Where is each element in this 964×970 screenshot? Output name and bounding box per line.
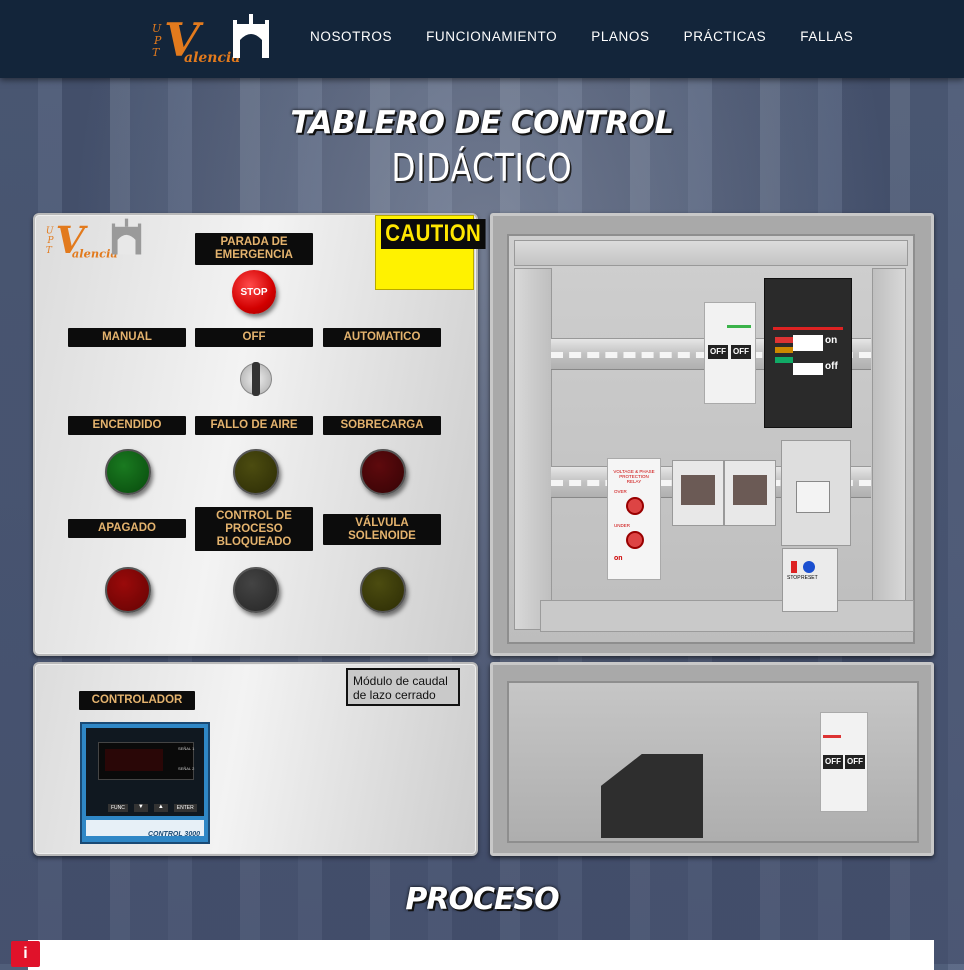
breaker-2p-bottom[interactable]: OFF OFF — [820, 712, 868, 812]
nav-nosotros[interactable]: NOSOTROS — [310, 29, 392, 44]
nav-fallas[interactable]: FALLAS — [800, 29, 853, 44]
page-subtitle: DIDÁCTICO — [391, 146, 573, 190]
nav-menu: NOSOTROS FUNCIONAMIENTO PLANOS PRÁCTICAS… — [310, 29, 887, 44]
label-sobrecarga: SOBRECARGA — [323, 416, 441, 435]
label-manual: MANUAL — [68, 328, 186, 347]
lamp-control-proceso-bloqueado — [233, 567, 279, 613]
label-fallo-de-aire: FALLO DE AIRE — [195, 416, 313, 435]
caution-sign: CAUTION — [375, 215, 486, 290]
emergency-stop-button[interactable]: STOP — [232, 270, 276, 314]
controller-keys: FUNC ▼ ▲ ENTER — [108, 804, 197, 812]
nav-practicas[interactable]: PRÁCTICAS — [684, 29, 767, 44]
nav-planos[interactable]: PLANOS — [591, 29, 649, 44]
panel-logo: U P T V alencia — [46, 218, 142, 261]
caution-text: CAUTION — [381, 219, 486, 249]
process-controller[interactable]: SEÑAL 1 SEÑAL 2 FUNC ▼ ▲ ENTER CONTROL 3… — [80, 722, 210, 844]
contactor-main[interactable] — [781, 440, 851, 546]
lamp-fallo-de-aire — [233, 449, 279, 495]
controller-label: CONTROLADOR — [79, 691, 195, 710]
top-navbar: U P T V alencia NOSOTROS FUNCIONAMIENTO … — [0, 0, 964, 78]
svg-text:P: P — [46, 236, 54, 246]
nav-funcionamiento[interactable]: FUNCIONAMIENTO — [426, 29, 557, 44]
info-icon[interactable]: i — [11, 941, 40, 967]
svg-text:alencia: alencia — [184, 50, 240, 66]
mode-selector-switch[interactable] — [240, 362, 272, 396]
lamp-apagado — [105, 567, 151, 613]
label-automatico: AUTOMATICO — [323, 328, 441, 347]
label-valvula-solenoide: VÁLVULA SOLENOIDE — [323, 514, 441, 545]
svg-text:T: T — [152, 46, 161, 59]
label-encendido: ENCENDIDO — [68, 416, 186, 435]
molded-case-breaker[interactable]: on off — [764, 278, 852, 428]
section-title-proceso: PROCESO — [405, 882, 559, 917]
overload-relay[interactable]: STOP RESET — [782, 548, 838, 612]
svg-text:U: U — [46, 226, 54, 236]
phase-protection-relay[interactable]: VOLTAGE & PHASE PROTECTION RELAY OVER UN… — [607, 458, 661, 580]
lamp-valvula-solenoide — [360, 567, 406, 613]
page-title: TABLERO DE CONTROL — [290, 105, 674, 141]
under-voltage-dial[interactable] — [626, 531, 644, 549]
lamp-sobrecarga — [360, 449, 406, 495]
key-up[interactable]: ▲ — [153, 804, 168, 812]
overload-reset-label: RESET — [801, 575, 818, 581]
svg-text:T: T — [46, 246, 53, 256]
breaker-switch-4[interactable]: OFF — [845, 755, 865, 769]
upt-valencia-logo[interactable]: U P T V alencia — [150, 12, 282, 66]
mccb-on-label: on — [825, 335, 838, 346]
breaker-switch-3[interactable]: OFF — [823, 755, 843, 769]
electrical-cabinet — [490, 213, 934, 656]
contactor-2[interactable] — [724, 460, 776, 526]
label-apagado: APAGADO — [68, 519, 186, 538]
controller-name: CONTROL 3000 — [148, 831, 200, 838]
mccb-off-label: off — [825, 361, 838, 372]
contactor-1[interactable] — [672, 460, 724, 526]
content-box — [28, 940, 934, 970]
breaker-switch-2[interactable]: OFF — [731, 345, 751, 359]
over-voltage-dial[interactable] — [626, 497, 644, 515]
breaker-switch-1[interactable]: OFF — [708, 345, 728, 359]
label-off: OFF — [195, 328, 313, 347]
label-control-proceso-bloqueado: CONTROL DE PROCESO BLOQUEADO — [195, 507, 313, 551]
breaker-2p-top[interactable]: OFF OFF — [704, 302, 756, 404]
signal-2-label: SEÑAL 2 — [178, 766, 195, 771]
lamp-encendido — [105, 449, 151, 495]
signal-1-label: SEÑAL 1 — [178, 746, 195, 751]
emergency-stop-label: PARADA DE EMERGENCIA — [195, 233, 313, 265]
key-func[interactable]: FUNC — [108, 804, 128, 812]
key-down[interactable]: ▼ — [133, 804, 148, 812]
flow-module-label: Módulo de caudal de lazo cerrado — [346, 668, 460, 706]
svg-text:alencia: alencia — [72, 247, 118, 261]
overload-stop-label: STOP — [787, 575, 801, 581]
key-enter[interactable]: ENTER — [173, 804, 197, 812]
